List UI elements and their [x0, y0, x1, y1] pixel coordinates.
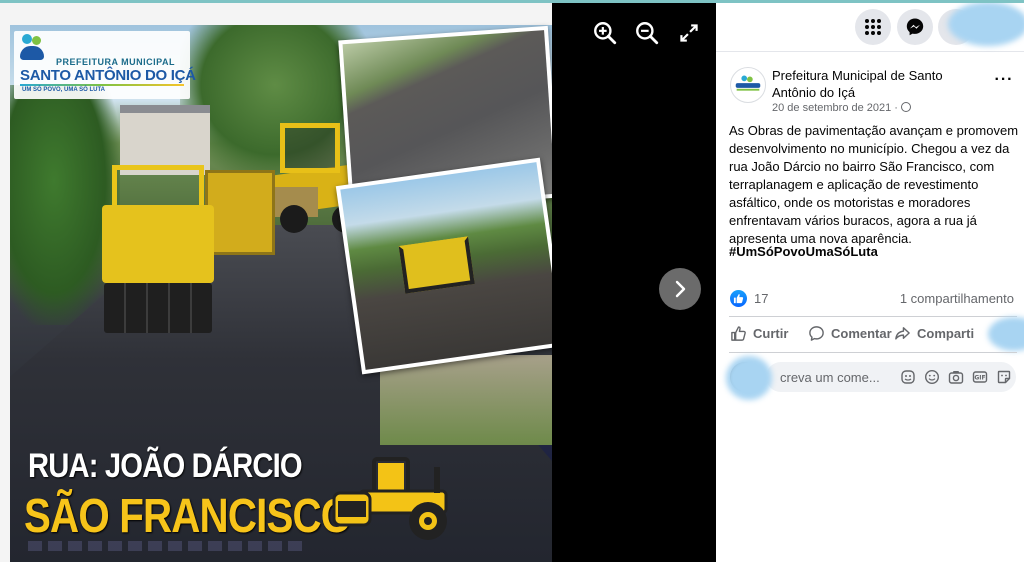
- share-button[interactable]: Comparti: [894, 325, 974, 345]
- fullscreen-icon: [680, 24, 698, 42]
- asphalt-paver: [205, 170, 275, 255]
- logo-slogan: UM SÓ POVO, UMA SÓ LUTA: [22, 87, 106, 93]
- logo-prefix: PREFEITURA MUNICIPAL: [56, 57, 175, 67]
- municipality-logo: PREFEITURA MUNICIPAL SANTO ANTÔNIO DO IÇ…: [14, 31, 196, 99]
- globe-icon: [900, 102, 911, 112]
- next-photo-button[interactable]: [659, 268, 701, 310]
- chevron-right-icon: [675, 280, 686, 298]
- hashtag-link[interactable]: #UmSóPovoUmaSóLuta: [729, 244, 878, 259]
- top-accent-bar: [0, 0, 1024, 3]
- zoom-out-button[interactable]: [634, 20, 660, 46]
- divider: [729, 316, 1017, 317]
- image-title-neighborhood: SÃO FRANCISCO: [24, 490, 352, 543]
- thumbs-up-icon: [731, 326, 746, 341]
- mini-loader: [398, 236, 475, 294]
- post-options-button[interactable]: ···: [992, 72, 1016, 92]
- post-photo: PREFEITURA MUNICIPAL SANTO ANTÔNIO DO IÇ…: [0, 3, 552, 562]
- sticker-icon[interactable]: [996, 369, 1012, 385]
- post-header: Prefeitura Municipal de Santo Antônio do…: [730, 64, 1020, 120]
- page-name-link[interactable]: Prefeitura Municipal de Santo Antônio do…: [772, 67, 972, 101]
- like-button[interactable]: Curtir: [730, 325, 788, 345]
- zoom-in-icon: [594, 22, 617, 45]
- redacted-avatar: [726, 356, 772, 400]
- post-date-text: 20 de setembro de 2021 ·: [772, 102, 898, 114]
- top-navigation: [716, 0, 1024, 52]
- post-panel: Prefeitura Municipal de Santo Antônio do…: [716, 0, 1024, 562]
- zoom-out-icon: [636, 22, 659, 45]
- page-avatar[interactable]: [730, 67, 766, 103]
- photo-viewer: PREFEITURA MUNICIPAL SANTO ANTÔNIO DO IÇ…: [0, 0, 716, 562]
- gif-icon[interactable]: GIF: [972, 369, 988, 385]
- share-icon: [895, 327, 910, 340]
- divider: [729, 352, 1017, 353]
- comment-input[interactable]: creva um come... GIF: [766, 362, 1016, 392]
- sidewalk: [380, 355, 552, 445]
- like-count[interactable]: 17: [754, 291, 768, 306]
- post-date[interactable]: 20 de setembro de 2021 ·: [772, 102, 911, 114]
- zoom-in-button[interactable]: [592, 20, 618, 46]
- messenger-button[interactable]: [897, 9, 933, 45]
- inset-photo-loader: [335, 157, 552, 375]
- menu-button[interactable]: [855, 9, 891, 45]
- post-actions: Curtir Comentar Comparti: [730, 317, 1024, 351]
- image-title-street: RUA: JOÃO DÁRCIO: [28, 447, 303, 485]
- redacted-profile: [948, 2, 1024, 46]
- comment-composer: creva um come... GIF: [726, 356, 1020, 400]
- redacted-area: [988, 317, 1024, 351]
- share-count[interactable]: 1 compartilhamento: [900, 291, 1014, 306]
- comment-label: Comentar: [831, 326, 892, 341]
- road-roller: [102, 165, 214, 341]
- emoji-icon[interactable]: [924, 369, 940, 385]
- logo-name: SANTO ANTÔNIO DO IÇÁ: [20, 67, 196, 84]
- municipality-logo-icon: [735, 75, 761, 91]
- like-reaction-icon[interactable]: [730, 290, 747, 307]
- post-text: As Obras de pavimentação avançam e promo…: [729, 123, 1019, 246]
- fullscreen-button[interactable]: [676, 20, 702, 46]
- camera-icon[interactable]: [948, 369, 964, 385]
- share-label: Comparti: [917, 326, 975, 341]
- reactions-summary: 17 1 compartilhamento: [730, 290, 1020, 308]
- grid-menu-icon: [865, 19, 881, 35]
- road-roller-icon: [332, 457, 448, 540]
- comment-icon: [809, 326, 824, 341]
- comment-placeholder: creva um come...: [780, 370, 880, 385]
- logo-stripe: [20, 84, 184, 86]
- people-emblem-icon: [20, 34, 46, 64]
- like-label: Curtir: [753, 326, 789, 341]
- title-reflection: [28, 541, 308, 551]
- avatar-sticker-icon[interactable]: [900, 369, 916, 385]
- messenger-icon: [906, 18, 924, 36]
- comment-button[interactable]: Comentar: [808, 325, 892, 345]
- svg-text:GIF: GIF: [974, 375, 985, 382]
